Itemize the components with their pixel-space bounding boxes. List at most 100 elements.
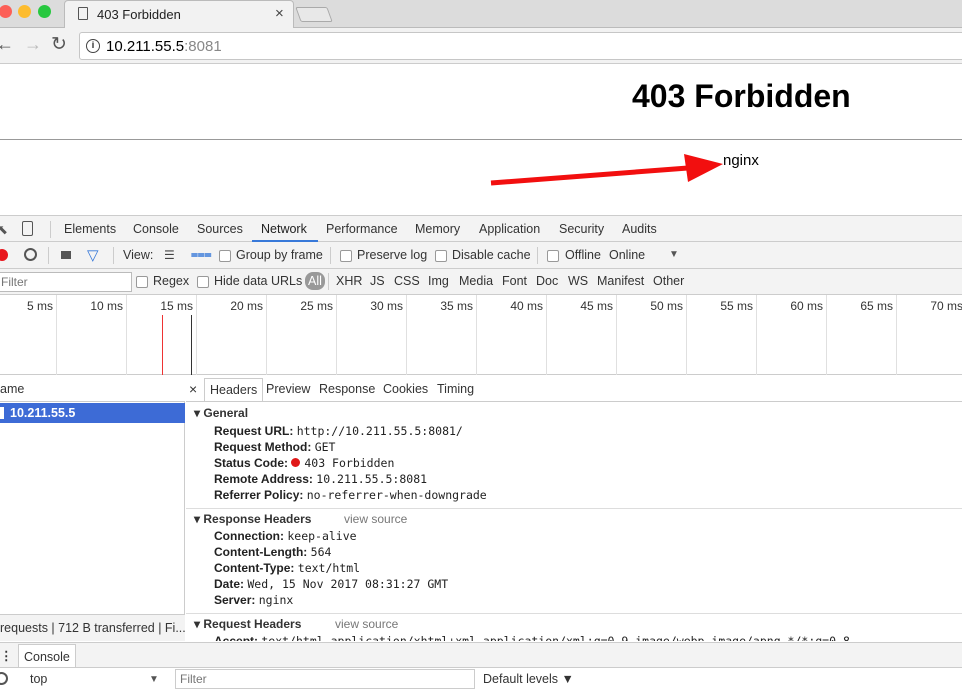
tab-cookies[interactable]: Cookies [383, 382, 428, 396]
disable-cache-checkbox[interactable] [435, 250, 447, 262]
timeline-gridline [406, 295, 407, 375]
type-filter-css[interactable]: CSS [394, 274, 420, 288]
tab-timing[interactable]: Timing [437, 382, 474, 396]
header-key: Remote Address: [214, 472, 313, 486]
header-row: Date: Wed, 15 Nov 2017 08:31:27 GMT [214, 577, 448, 591]
new-tab-button[interactable] [295, 7, 333, 22]
timeline-gridline [616, 295, 617, 375]
timeline-tick-label: 45 ms [580, 299, 613, 313]
back-icon[interactable]: ← [0, 34, 14, 55]
close-window-button[interactable] [0, 5, 12, 18]
device-toolbar-icon[interactable] [22, 221, 33, 236]
type-filter-js[interactable]: JS [370, 274, 385, 288]
type-filter-font[interactable]: Font [502, 274, 527, 288]
timeline-gridline [196, 295, 197, 375]
header-key: Request URL: [214, 424, 294, 438]
tab-performance[interactable]: Performance [326, 222, 398, 236]
drawer-menu-icon[interactable]: ⋮ [0, 648, 13, 663]
header-row: Accept: text/html,application/xhtml+xml,… [214, 634, 850, 641]
inspect-element-icon[interactable]: ⬉ [0, 222, 8, 238]
filter-bar: Regex Hide data URLs All XHR JS CSS Img … [0, 269, 962, 295]
request-view-source-link[interactable]: view source [335, 617, 398, 631]
group-by-frame-checkbox[interactable] [219, 250, 231, 262]
tab-title: 403 Forbidden [97, 7, 181, 22]
timeline-tick-label: 10 ms [90, 299, 123, 313]
request-details-panel: × Headers Preview Response Cookies Timin… [186, 376, 962, 641]
tab-console[interactable]: Console [133, 222, 179, 236]
preserve-log-checkbox[interactable] [340, 250, 352, 262]
offline-label: Offline [565, 248, 601, 262]
minimize-window-button[interactable] [18, 5, 31, 18]
type-filter-doc[interactable]: Doc [536, 274, 558, 288]
header-row: Server: nginx [214, 593, 293, 607]
context-select[interactable]: top [30, 672, 47, 686]
log-levels-select[interactable]: Default levels ▼ [483, 672, 574, 686]
header-key: Date: [214, 577, 245, 591]
tab-response[interactable]: Response [319, 382, 375, 396]
console-filter-input[interactable] [175, 669, 475, 689]
tab-elements[interactable]: Elements [64, 222, 116, 236]
type-filter-xhr[interactable]: XHR [336, 274, 362, 288]
regex-checkbox[interactable] [136, 276, 148, 288]
url-port: :8081 [184, 38, 222, 55]
close-tab-icon[interactable]: × [275, 5, 284, 22]
request-row[interactable]: 10.211.55.5 [0, 403, 185, 423]
type-filter-other[interactable]: Other [653, 274, 684, 288]
forward-icon[interactable]: → [24, 34, 42, 55]
network-overview-timeline[interactable]: 5 ms 10 ms 15 ms 20 ms 25 ms 30 ms 35 ms 40 ms 4… [0, 295, 962, 375]
chevron-down-icon[interactable]: ▼ [669, 249, 679, 260]
reload-icon[interactable]: ↻ [51, 33, 67, 56]
header-value: Wed, 15 Nov 2017 08:31:27 GMT [247, 577, 449, 591]
waterfall-view-icon[interactable]: ⩶ [191, 247, 212, 262]
close-details-icon[interactable]: × [189, 381, 197, 397]
maximize-window-button[interactable] [38, 5, 51, 18]
header-row: Status Code: 403 Forbidden [214, 456, 394, 470]
filter-input[interactable] [0, 272, 132, 292]
filter-icon[interactable]: ▽ [87, 246, 99, 264]
header-row: Request URL: http://10.211.55.5:8081/ [214, 424, 463, 438]
general-section-toggle[interactable]: ▾ General [194, 406, 248, 420]
type-filter-all[interactable]: All [305, 272, 325, 290]
tab-sources[interactable]: Sources [197, 222, 243, 236]
horizontal-rule [0, 139, 962, 140]
tab-preview[interactable]: Preview [266, 382, 310, 396]
record-button[interactable] [0, 249, 8, 261]
tab-memory[interactable]: Memory [415, 222, 460, 236]
address-bar[interactable]: i 10.211.55.5:8081 [79, 32, 962, 60]
header-key: Content-Type: [214, 561, 295, 575]
screenshot-camera-icon[interactable] [61, 251, 71, 259]
tab-security[interactable]: Security [559, 222, 604, 236]
drawer-tab-console[interactable]: Console [18, 644, 76, 669]
tab-audits[interactable]: Audits [622, 222, 657, 236]
offline-checkbox[interactable] [547, 250, 559, 262]
chevron-down-icon[interactable]: ▼ [149, 674, 159, 685]
type-filter-ws[interactable]: WS [568, 274, 588, 288]
name-column-header[interactable]: ame [0, 382, 24, 396]
type-filter-img[interactable]: Img [428, 274, 449, 288]
page-heading: 403 Forbidden [632, 78, 851, 114]
clear-console-icon[interactable] [0, 672, 8, 685]
tab-application[interactable]: Application [479, 222, 540, 236]
document-icon [0, 407, 4, 419]
request-name: 10.211.55.5 [10, 406, 76, 420]
response-view-source-link[interactable]: view source [344, 512, 407, 526]
network-toolbar: ▽ View: ☰ ⩶ Group by frame Preserve log … [0, 242, 962, 269]
timeline-tick-label: 30 ms [370, 299, 403, 313]
info-icon[interactable]: i [86, 39, 100, 53]
large-rows-icon[interactable]: ☰ [164, 248, 175, 262]
timeline-tick-label: 35 ms [440, 299, 473, 313]
header-row: Content-Type: text/html [214, 561, 360, 575]
browser-tab[interactable]: 403 Forbidden × [64, 0, 294, 29]
request-headers-toggle[interactable]: ▾ Request Headers [194, 617, 301, 631]
disable-cache-label: Disable cache [452, 248, 531, 262]
clear-icon[interactable] [24, 248, 37, 261]
tab-headers[interactable]: Headers [204, 378, 264, 401]
throttle-select[interactable]: Online [609, 248, 645, 262]
load-event-marker [162, 315, 163, 375]
type-filter-manifest[interactable]: Manifest [597, 274, 644, 288]
url-host: 10.211.55.5 [106, 38, 185, 55]
response-headers-toggle[interactable]: ▾ Response Headers [194, 512, 311, 526]
hide-data-urls-checkbox[interactable] [197, 276, 209, 288]
type-filter-media[interactable]: Media [459, 274, 493, 288]
tab-network[interactable]: Network [261, 222, 307, 236]
